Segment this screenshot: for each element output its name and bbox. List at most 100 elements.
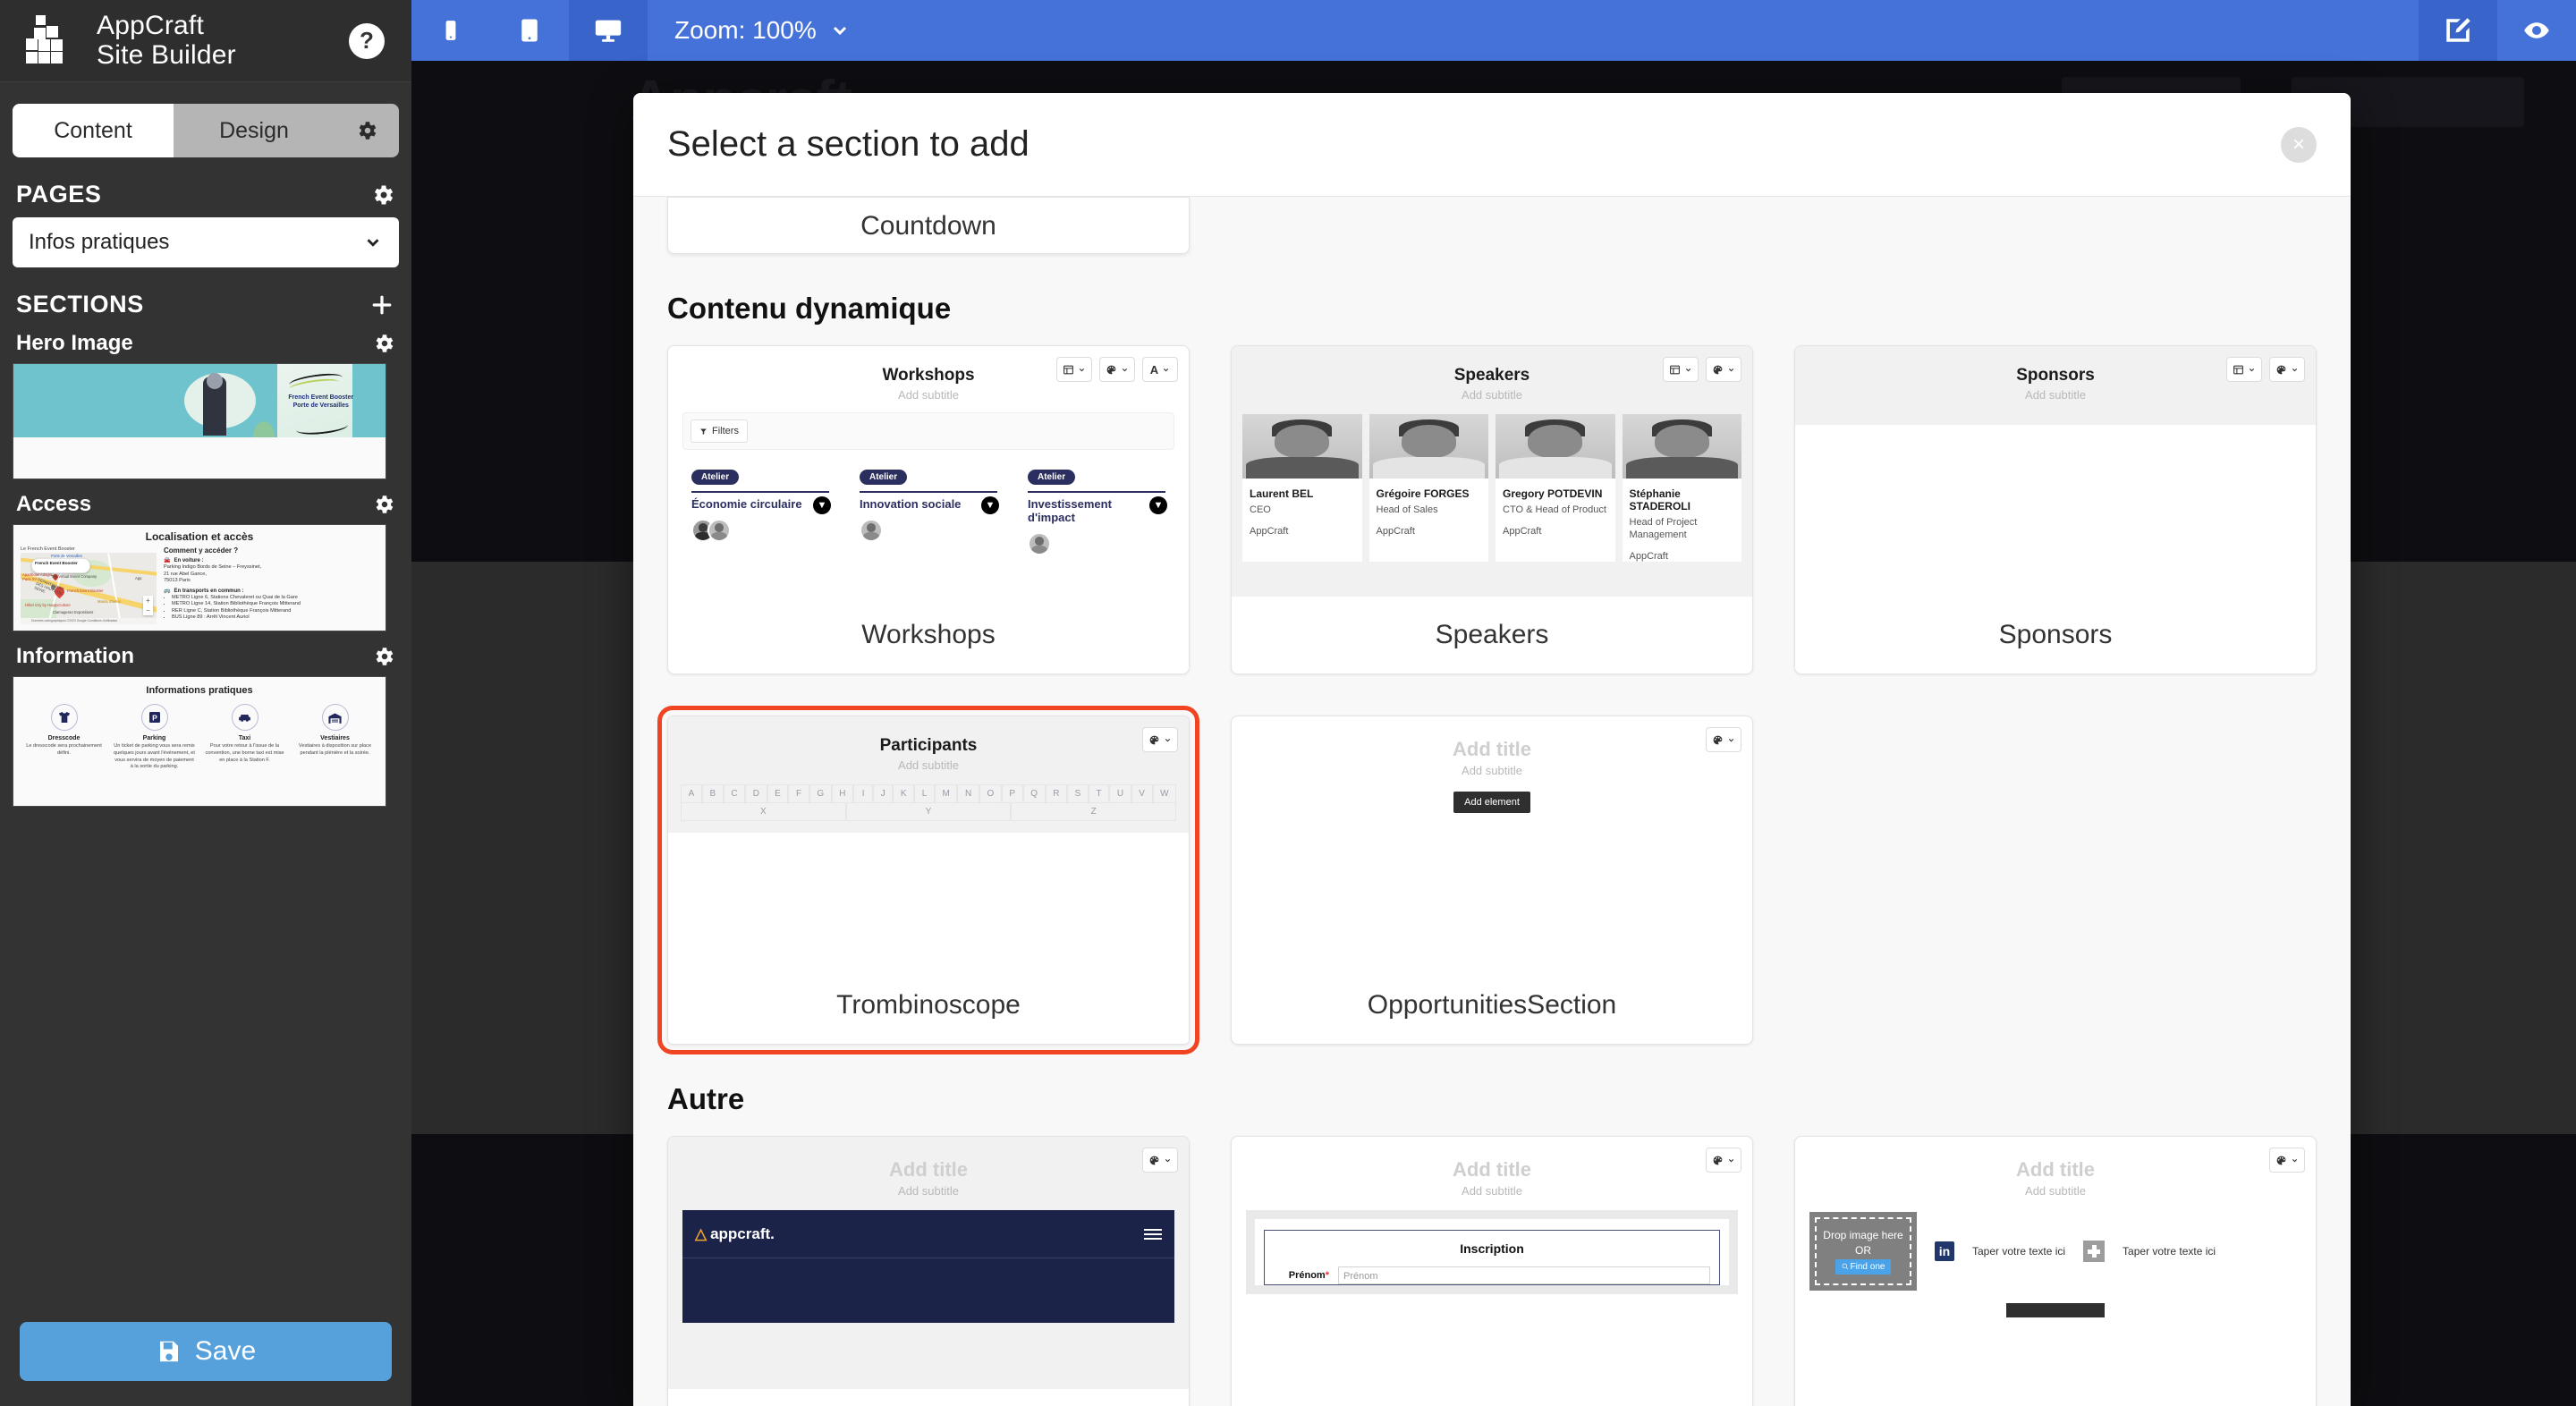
workshop-avatars bbox=[1028, 531, 1165, 555]
section-card-other-inscription-form[interactable]: Add title Add subtitle Inscription Préno… bbox=[1231, 1136, 1753, 1406]
chevron-down-icon[interactable]: ▼ bbox=[981, 496, 999, 514]
palette-icon[interactable] bbox=[1706, 727, 1741, 752]
info-item-name: Dresscode bbox=[47, 735, 80, 741]
appcraft-nav-preview: △ appcraft. bbox=[682, 1210, 1174, 1258]
device-tablet-button[interactable] bbox=[490, 0, 569, 61]
svg-text:P: P bbox=[152, 713, 157, 722]
palette-icon[interactable] bbox=[2269, 1148, 2305, 1173]
alphabet-letter-e[interactable]: E bbox=[767, 784, 789, 803]
filters-button[interactable]: Filters bbox=[691, 419, 748, 443]
info-item: P Parking Un ticket de parking vous sera… bbox=[109, 704, 199, 771]
sidebar-section-information[interactable]: Information Informations pratiques Dress… bbox=[13, 644, 399, 807]
sidebar-section-access[interactable]: Access Localisation et accès Le French E… bbox=[13, 492, 399, 631]
alphabet-letter-o[interactable]: O bbox=[979, 784, 1002, 803]
alphabet-letter-c[interactable]: C bbox=[723, 784, 746, 803]
close-icon[interactable]: × bbox=[2281, 126, 2317, 163]
alphabet-letter-u[interactable]: U bbox=[1109, 784, 1131, 803]
page-select[interactable]: Infos pratiques bbox=[13, 217, 399, 267]
alphabet-letter-p[interactable]: P bbox=[1001, 784, 1023, 803]
section-card-workshops[interactable]: A Workshops Add subtitle Filters Atelier… bbox=[667, 345, 1190, 674]
section-card-trombinoscope[interactable]: Participants Add subtitle ABCDEFGHIJKLMN… bbox=[657, 706, 1199, 1054]
alphabet-letter-t[interactable]: T bbox=[1088, 784, 1110, 803]
layout-icon[interactable] bbox=[2226, 357, 2262, 382]
alphabet-letter-n[interactable]: N bbox=[957, 784, 979, 803]
tabs-settings-gear-icon[interactable] bbox=[335, 104, 399, 157]
alphabet-letter-d[interactable]: D bbox=[745, 784, 767, 803]
section-card-other-image-text[interactable]: Add title Add subtitle Drop image here O… bbox=[1794, 1136, 2317, 1406]
text-placeholder-2[interactable]: Taper votre texte ici bbox=[2123, 1245, 2216, 1258]
chevron-down-icon[interactable]: ▼ bbox=[1149, 496, 1167, 514]
alphabet-letter-r[interactable]: R bbox=[1045, 784, 1068, 803]
alphabet-letter-h[interactable]: H bbox=[831, 784, 854, 803]
section-card-speakers[interactable]: Speakers Add subtitle Laurent BEL CEO Ap… bbox=[1231, 345, 1753, 674]
section-gear-icon-access[interactable] bbox=[372, 493, 395, 516]
section-card-other-appcraft-nav[interactable]: Add title Add subtitle △ appcraft. bbox=[667, 1136, 1190, 1406]
section-card-sponsors[interactable]: Sponsors Add subtitle Sponsors bbox=[1794, 345, 2317, 674]
palette-icon[interactable] bbox=[1099, 357, 1135, 382]
alphabet-letter-y[interactable]: Y bbox=[845, 803, 1012, 821]
section-card-opportunities[interactable]: Add title Add subtitle Add element Oppor… bbox=[1231, 716, 1753, 1045]
alphabet-letter-v[interactable]: V bbox=[1131, 784, 1153, 803]
layout-icon[interactable] bbox=[1663, 357, 1699, 382]
speaker-role: Head of Sales bbox=[1376, 504, 1438, 516]
palette-icon[interactable] bbox=[1706, 1148, 1741, 1173]
alphabet-letter-x[interactable]: X bbox=[681, 803, 846, 821]
alphabet-filter-row-1[interactable]: ABCDEFGHIJKLMNOPQRSTUVW bbox=[681, 784, 1177, 803]
alphabet-letter-a[interactable]: A bbox=[681, 784, 702, 803]
add-plus-icon[interactable] bbox=[2083, 1241, 2106, 1262]
tab-design[interactable]: Design bbox=[174, 104, 335, 157]
tab-content[interactable]: Content bbox=[13, 104, 174, 157]
help-icon[interactable]: ? bbox=[349, 22, 385, 59]
alphabet-letter-f[interactable]: F bbox=[788, 784, 809, 803]
device-desktop-button[interactable] bbox=[569, 0, 648, 61]
alphabet-letter-w[interactable]: W bbox=[1152, 784, 1177, 803]
preview-title-other-3: Add title bbox=[2016, 1158, 2095, 1181]
add-section-plus-icon[interactable] bbox=[369, 292, 395, 318]
text-placeholder-1[interactable]: Taper votre texte ici bbox=[1972, 1245, 2065, 1258]
map-zoom-controls[interactable]: + − bbox=[143, 596, 153, 615]
section-thumbnail-hero-image[interactable]: French Event Booster Porte de Versailles bbox=[13, 363, 386, 479]
card-chips-opportunities bbox=[1706, 727, 1741, 752]
font-icon[interactable]: A bbox=[1142, 357, 1178, 382]
palette-icon[interactable] bbox=[1142, 727, 1178, 752]
palette-icon[interactable] bbox=[1142, 1148, 1178, 1173]
alphabet-letter-k[interactable]: K bbox=[893, 784, 915, 803]
map-preview[interactable]: French Event Booster Aparthotel Adagio P… bbox=[21, 553, 157, 624]
map-zoom-in-icon[interactable]: + bbox=[143, 596, 153, 606]
section-card-countdown[interactable]: Countdown bbox=[667, 197, 1190, 254]
alphabet-letter-j[interactable]: J bbox=[873, 784, 894, 803]
alphabet-filter-row-2[interactable]: XYZ bbox=[681, 803, 1177, 821]
alphabet-letter-s[interactable]: S bbox=[1067, 784, 1089, 803]
section-gear-icon-information[interactable] bbox=[372, 645, 395, 668]
alphabet-letter-q[interactable]: Q bbox=[1022, 784, 1046, 803]
linkedin-icon[interactable]: in bbox=[1935, 1241, 1954, 1261]
pages-settings-gear-icon[interactable] bbox=[370, 182, 395, 208]
section-gear-icon-hero-image[interactable] bbox=[372, 332, 395, 355]
preview-mode-button[interactable] bbox=[2497, 0, 2576, 61]
image-dropzone[interactable]: Drop image here OR Find one bbox=[1809, 1212, 1917, 1291]
alphabet-letter-l[interactable]: L bbox=[914, 784, 935, 803]
device-mobile-button[interactable] bbox=[411, 0, 490, 61]
alphabet-letter-b[interactable]: B bbox=[701, 784, 724, 803]
edit-mode-button[interactable] bbox=[2419, 0, 2497, 61]
layout-icon[interactable] bbox=[1056, 357, 1092, 382]
palette-icon[interactable] bbox=[2269, 357, 2305, 382]
find-one-button[interactable]: Find one bbox=[1835, 1258, 1892, 1275]
alphabet-letter-g[interactable]: G bbox=[809, 784, 832, 803]
alphabet-letter-i[interactable]: I bbox=[853, 784, 874, 803]
chevron-down-icon[interactable]: ▼ bbox=[813, 496, 831, 514]
palette-icon[interactable] bbox=[1706, 357, 1741, 382]
section-thumbnail-information[interactable]: Informations pratiques Dresscode Le dres… bbox=[13, 676, 386, 807]
section-thumbnail-access[interactable]: Localisation et accès Le French Event Bo… bbox=[13, 524, 386, 631]
map-info-card[interactable]: French Event Booster Agrandir le plan bbox=[31, 558, 90, 573]
sidebar-section-hero-image[interactable]: Hero Image French Event Booster Porte de… bbox=[13, 331, 399, 479]
add-element-button[interactable]: Add element bbox=[1453, 792, 1530, 813]
zoom-control[interactable]: Zoom: 100% bbox=[648, 0, 877, 61]
alphabet-letter-z[interactable]: Z bbox=[1011, 803, 1177, 821]
alphabet-letter-m[interactable]: M bbox=[934, 784, 958, 803]
hamburger-menu-icon[interactable] bbox=[1144, 1228, 1162, 1240]
form-field-input[interactable]: Prénom bbox=[1338, 1266, 1710, 1284]
map-zoom-out-icon[interactable]: − bbox=[143, 606, 153, 615]
save-button[interactable]: Save bbox=[20, 1322, 392, 1381]
preview-dark-bar bbox=[2006, 1303, 2105, 1317]
